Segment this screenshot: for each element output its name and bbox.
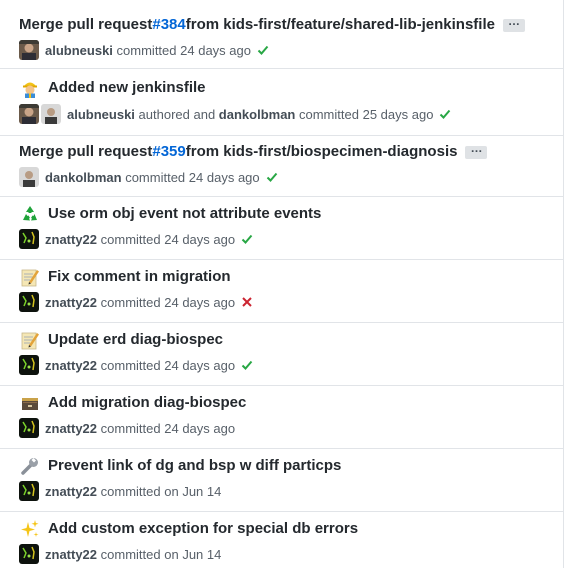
commit-time: Jun 14 [182,483,222,499]
recycle-icon [19,203,40,224]
commit-time: 24 days ago [164,294,236,310]
author-name[interactable]: znatty22 [45,421,97,436]
check-icon[interactable] [241,359,253,371]
commit-verb: committed on [100,546,179,562]
commit-row: Update erd diag-biospec znatty22 committ… [0,323,563,386]
commit-list: Merge pull request #384 from kids-first/… [0,0,564,568]
commit-verb: committed [116,42,177,58]
commit-connector: authored and [138,106,216,122]
commit-time: 24 days ago [180,42,251,58]
commit-title: Added new jenkinsfile [19,77,206,98]
commit-row: Added new jenkinsfile alubneuski authore… [0,69,563,136]
commit-verb: committed [100,357,161,373]
commit-message[interactable]: Prevent link of dg and bsp w diff partic… [48,457,341,474]
commit-row: Add custom exception for special db erro… [0,512,563,568]
commit-time: 24 days ago [164,420,236,436]
author-name[interactable]: alubneuski [45,43,113,58]
commit-title: Use orm obj event not attribute events [19,203,321,224]
author-name[interactable]: znatty22 [45,547,97,562]
avatar[interactable] [19,418,39,438]
commit-row: Merge pull request #384 from kids-first/… [0,0,563,69]
commit-row: Merge pull request #359 from kids-first/… [0,136,563,197]
commit-meta: znatty22 committed 24 days ago [19,355,253,375]
construction-worker-icon [19,77,40,98]
commit-message[interactable]: Add custom exception for special db erro… [48,520,358,537]
commit-title: Prevent link of dg and bsp w diff partic… [19,455,341,476]
author-name[interactable]: dankolbman [45,170,122,185]
pull-request-link[interactable]: #384 [152,16,185,33]
avatar[interactable] [19,292,39,312]
commit-time: Jun 14 [182,546,222,562]
check-icon[interactable] [439,108,451,120]
author-name[interactable]: znatty22 [45,232,97,247]
commit-title: Update erd diag-biospec [19,329,223,350]
commit-meta: znatty22 committed 24 days ago [19,418,235,438]
commit-message[interactable]: Merge pull request [19,143,152,160]
memo-icon [19,329,40,350]
commit-title: Fix comment in migration [19,266,231,287]
commit-row: Use orm obj event not attribute events z… [0,197,563,260]
commit-message[interactable]: Fix comment in migration [48,268,231,285]
x-icon[interactable] [241,296,253,308]
avatar[interactable] [19,104,39,124]
commit-meta: znatty22 committed on Jun 14 [19,481,221,501]
avatar[interactable] [19,229,39,249]
commit-time: 24 days ago [164,231,236,247]
avatar[interactable] [19,40,39,60]
commit-row: Add migration diag-biospec znatty22 comm… [0,386,563,449]
avatar[interactable] [41,104,61,124]
pull-request-link[interactable]: #359 [152,143,185,160]
commit-time: 25 days ago [362,106,434,122]
check-icon[interactable] [241,233,253,245]
commit-message-suffix[interactable]: from kids-first/biospecimen-diagnosis [186,143,458,160]
commit-verb: committed [100,420,161,436]
commit-meta: alubneuski committed 24 days ago [19,40,269,60]
expand-message-button[interactable] [465,141,488,159]
check-icon[interactable] [266,171,278,183]
avatar[interactable] [19,167,39,187]
commit-verb: committed [299,106,359,122]
expand-message-button[interactable] [502,14,525,32]
commit-message[interactable]: Add migration diag-biospec [48,394,246,411]
commit-title: Merge pull request #384 from kids-first/… [19,14,525,33]
memo-icon [19,266,40,287]
commit-message[interactable]: Added new jenkinsfile [48,79,206,96]
card-file-box-icon [19,392,40,413]
author-name[interactable]: alubneuski [67,107,135,122]
commit-meta: znatty22 committed 24 days ago [19,229,253,249]
commit-message-suffix[interactable]: from kids-first/feature/shared-lib-jenki… [186,16,495,33]
commit-message[interactable]: Merge pull request [19,16,152,33]
commit-title: Merge pull request #359 from kids-first/… [19,141,488,160]
commit-meta: znatty22 committed on Jun 14 [19,544,221,564]
commit-meta: alubneuski authored and dankolbman commi… [19,104,451,124]
sparkles-icon [19,518,40,539]
commit-verb: committed [125,169,186,185]
commit-title: Add migration diag-biospec [19,392,246,413]
avatar[interactable] [19,544,39,564]
commit-verb: committed [100,231,161,247]
commit-meta: dankolbman committed 24 days ago [19,167,278,187]
commit-row: Fix comment in migration znatty22 commit… [0,260,563,323]
commit-title: Add custom exception for special db erro… [19,518,358,539]
commit-row: Prevent link of dg and bsp w diff partic… [0,449,563,512]
avatar[interactable] [19,481,39,501]
commit-meta: znatty22 committed 24 days ago [19,292,253,312]
author-name[interactable]: znatty22 [45,484,97,499]
commit-time: 24 days ago [164,357,236,373]
commit-time: 24 days ago [188,169,260,185]
author-name[interactable]: znatty22 [45,295,97,310]
commit-message[interactable]: Use orm obj event not attribute events [48,205,321,222]
committer-name[interactable]: dankolbman [219,107,296,122]
check-icon[interactable] [257,44,269,56]
author-name[interactable]: znatty22 [45,358,97,373]
commit-message[interactable]: Update erd diag-biospec [48,331,223,348]
commit-verb: committed on [100,483,179,499]
avatar[interactable] [19,355,39,375]
commit-verb: committed [100,294,161,310]
wrench-icon [19,455,40,476]
